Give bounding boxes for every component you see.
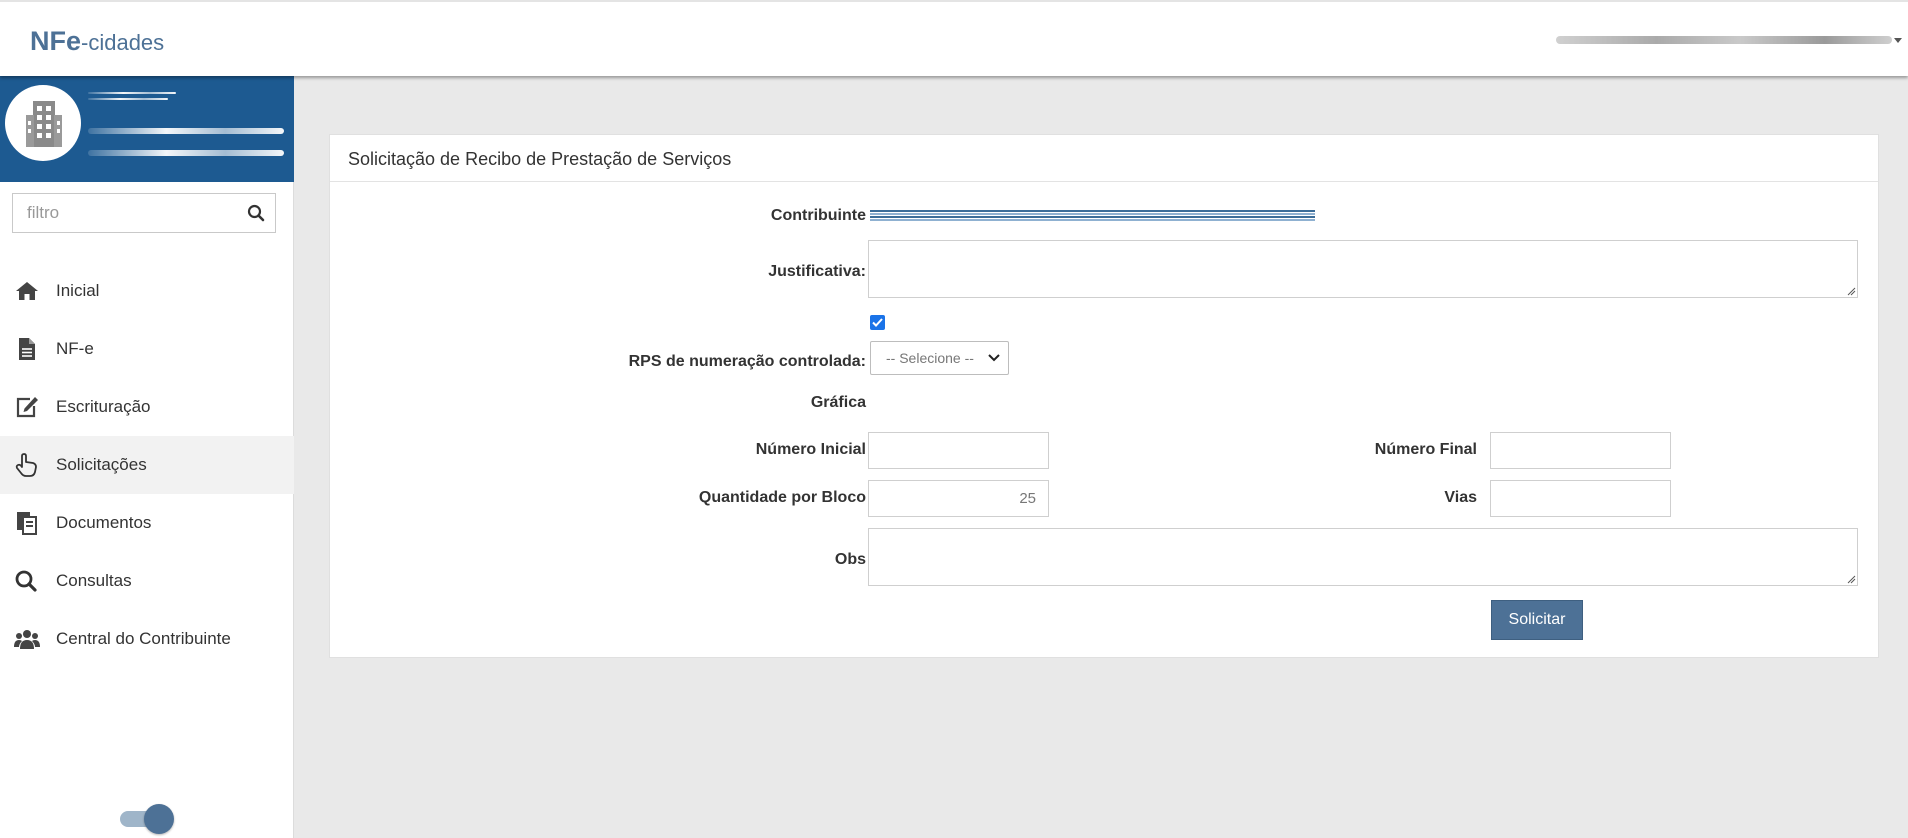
numero-inicial-label: Número Inicial — [755, 441, 866, 458]
sidebar-item-solicitacoes[interactable]: Solicitações — [0, 436, 294, 494]
hand-pointer-icon — [15, 453, 37, 477]
brand-rest: -cidades — [81, 30, 165, 55]
grafica-select[interactable]: -- Selecione -- — [870, 341, 1009, 375]
sidebar-item-label: NF-e — [56, 339, 94, 358]
profile-header — [0, 76, 294, 182]
sidebar: Inicial NF-e Escrituração Solicitações — [0, 76, 294, 838]
profile-name-redacted — [88, 92, 176, 94]
justificativa-label: Justificativa: — [768, 263, 866, 280]
brand-logo[interactable]: NFe-cidades — [30, 26, 164, 57]
checkmark-icon — [872, 318, 883, 327]
sidebar-item-label: Consultas — [56, 571, 132, 590]
profile-info-redacted — [88, 150, 284, 156]
top-bar: NFe-cidades — [0, 0, 1908, 76]
sidebar-item-consultas[interactable]: Consultas — [0, 552, 294, 610]
sidebar-item-label: Escrituração — [56, 397, 151, 416]
obs-label: Obs — [834, 551, 866, 568]
sidebar-item-label: Documentos — [56, 513, 152, 532]
resize-grip-icon[interactable] — [1846, 574, 1856, 584]
sidebar-toggle[interactable] — [120, 804, 174, 834]
solicitar-button[interactable]: Solicitar — [1491, 600, 1583, 640]
contribuinte-label: Contribuinte — [770, 207, 866, 224]
justificativa-textarea[interactable] — [868, 240, 1858, 298]
resize-grip-icon[interactable] — [1846, 286, 1856, 296]
sidebar-item-nfe[interactable]: NF-e — [0, 320, 294, 378]
sidebar-item-label: Solicitações — [56, 455, 147, 474]
search-icon — [15, 570, 37, 592]
grafica-label: Gráfica — [810, 394, 866, 411]
user-menu[interactable] — [1556, 34, 1902, 48]
sidebar-item-label: Central do Contribuinte — [56, 629, 231, 648]
quantidade-bloco-label: Quantidade por Bloco — [698, 489, 866, 506]
sidebar-item-escrituracao[interactable]: Escrituração — [0, 378, 294, 436]
building-icon — [26, 101, 62, 147]
grafica-selected-value: -- Selecione -- — [886, 350, 974, 366]
sidebar-item-central-contribuinte[interactable]: Central do Contribuinte — [0, 610, 294, 668]
quantidade-bloco-input[interactable] — [868, 480, 1049, 517]
contribuinte-value-redacted — [870, 210, 1315, 222]
panel-divider — [330, 181, 1878, 182]
home-icon — [16, 282, 38, 300]
file-text-icon — [19, 338, 35, 360]
avatar — [5, 85, 81, 161]
vias-input[interactable] — [1490, 480, 1671, 517]
vias-label: Vias — [1444, 489, 1477, 506]
user-name-redacted — [1556, 36, 1892, 44]
search-icon[interactable] — [247, 204, 265, 222]
numero-final-input[interactable] — [1490, 432, 1671, 469]
page-title: Solicitação de Recibo de Prestação de Se… — [348, 149, 732, 169]
chevron-down-icon — [988, 354, 1000, 362]
documents-icon — [17, 512, 37, 535]
filter-box — [12, 193, 276, 233]
users-icon — [14, 630, 40, 649]
profile-name-redacted — [88, 98, 168, 100]
sidebar-item-inicial[interactable]: Inicial — [0, 262, 294, 320]
toggle-knob — [144, 804, 174, 834]
chevron-down-icon — [1894, 38, 1902, 43]
sidebar-item-documentos[interactable]: Documentos — [0, 494, 294, 552]
numero-inicial-input[interactable] — [868, 432, 1049, 469]
rps-controlada-checkbox[interactable] — [870, 315, 885, 330]
obs-textarea[interactable] — [868, 528, 1858, 586]
edit-icon — [16, 397, 38, 418]
profile-info-redacted — [88, 128, 284, 134]
brand-bold: NFe — [30, 26, 82, 56]
numero-final-label: Número Final — [1374, 441, 1477, 458]
sidebar-item-label: Inicial — [56, 281, 100, 300]
filter-input[interactable] — [13, 194, 233, 232]
request-panel: Solicitação de Recibo de Prestação de Se… — [329, 134, 1879, 658]
sidebar-menu: Inicial NF-e Escrituração Solicitações D… — [0, 262, 294, 668]
rps-controlada-label: RPS de numeração controlada: — [628, 353, 866, 370]
